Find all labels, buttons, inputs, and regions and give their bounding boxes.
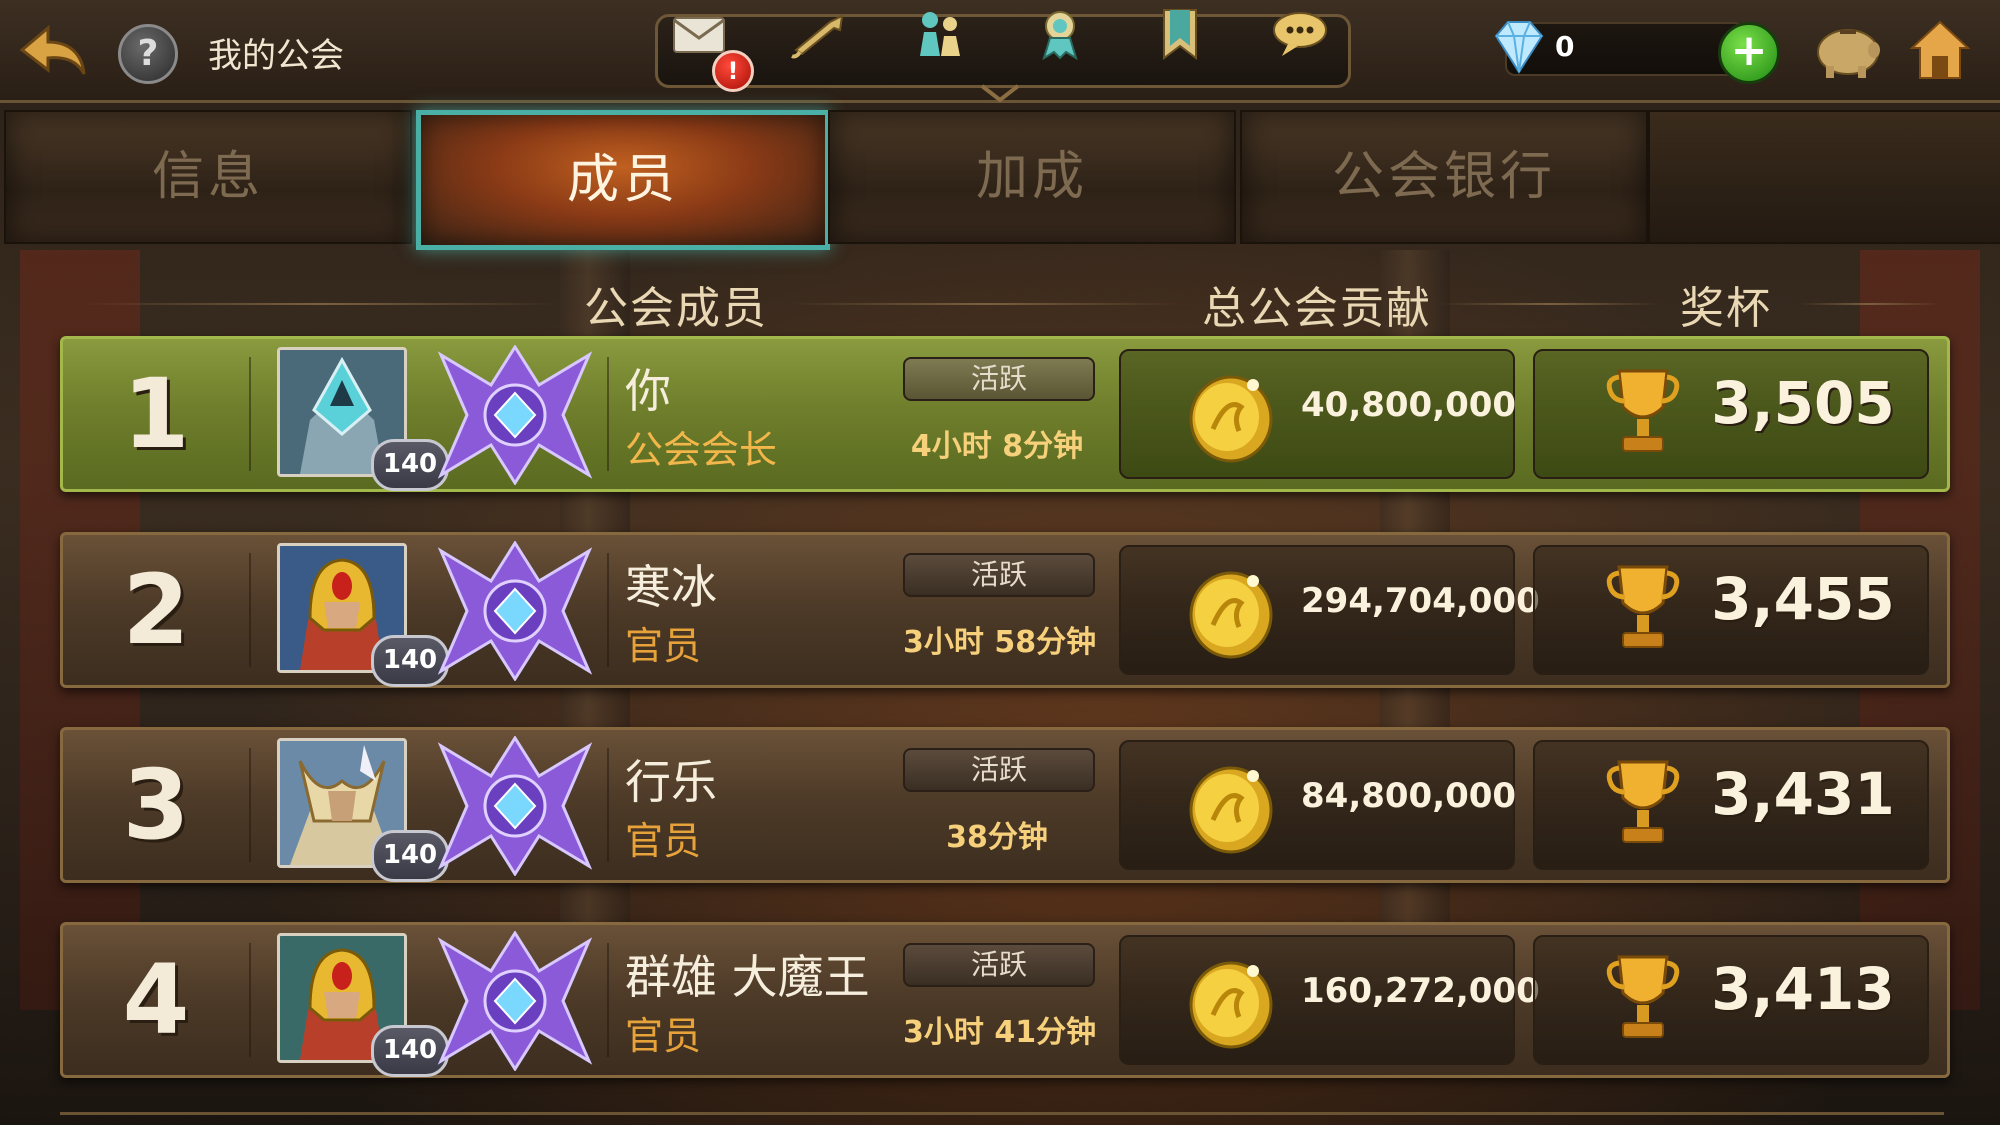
horn-icon[interactable] [790,8,850,60]
member-role: 公会会长 [625,428,778,472]
row-divider [607,943,609,1057]
top-bar: ? 我的公会 ! 0 + [0,0,2000,103]
help-icon: ? [137,33,159,74]
column-header-contribution: 总公会贡献 [1202,283,1432,334]
member-row[interactable]: 3 140 行乐 官员 活跃 38分钟 84,800,000 3,431 [60,727,1950,883]
trophy-count: 3,505 [1711,369,1895,437]
status-badge: 活跃 [903,748,1095,792]
rank-badge-icon [437,541,593,681]
coin-icon [1189,766,1273,854]
status-badge: 活跃 [903,553,1095,597]
row-divider [249,357,251,471]
header-divider [80,303,560,305]
contribution-value: 294,704,000 [1301,581,1540,621]
list-bottom-border [60,1112,1944,1115]
page-title: 我的公会 [208,36,344,76]
last-online-time: 38分钟 [946,820,1048,855]
header-divider [790,303,1180,305]
member-name: 行乐 [625,755,717,809]
tab-guild-bank[interactable]: 公会银行 [1240,110,1648,244]
trophy-count: 3,431 [1711,760,1895,828]
chat-icon[interactable] [1270,8,1330,60]
member-row[interactable]: 1 140 你 公会会长 活跃 4小时 8分钟 40,800,000 3,505 [60,336,1950,492]
column-header-trophies: 奖杯 [1680,283,1772,334]
member-name: 群雄 大魔王 [625,950,870,1004]
tab-bar-filler [1648,110,2000,244]
rank-badge-icon [437,931,593,1071]
trophy-count: 3,413 [1711,955,1895,1023]
column-header-members: 公会成员 [584,283,768,334]
member-role: 官员 [625,624,702,668]
rank-badge-icon [437,345,593,485]
contribution-value: 40,800,000 [1301,385,1517,425]
coin-icon [1189,961,1273,1049]
ribbon-icon[interactable] [1030,8,1090,60]
help-button[interactable]: ? [118,24,178,84]
trophy-icon [1606,369,1680,452]
row-divider [249,748,251,862]
rank-badge-icon [437,736,593,876]
row-divider [249,553,251,667]
row-divider [607,553,609,667]
member-rank: 2 [122,554,190,666]
member-rank: 4 [122,944,190,1056]
last-online-time: 4小时 8分钟 [910,429,1084,464]
trophy-count: 3,455 [1711,565,1895,633]
coin-icon [1189,571,1273,659]
add-gems-button[interactable]: + [1718,22,1780,84]
bookmark-icon[interactable] [1150,8,1210,60]
row-divider [607,748,609,862]
icon-tray [655,14,1351,88]
back-button[interactable] [18,20,88,80]
row-divider [607,357,609,471]
last-online-time: 3小时 41分钟 [903,1015,1097,1050]
tab-boosts[interactable]: 加成 [828,110,1236,244]
member-name: 寒冰 [625,560,717,614]
member-row[interactable]: 2 140 寒冰 官员 活跃 3小时 58分钟 294,704,000 3,45… [60,532,1950,688]
gem-count: 0 [1555,30,1575,63]
trophy-icon [1606,955,1680,1038]
member-role: 官员 [625,1014,702,1058]
tab-bar: 信息 成员 加成 公会银行 [0,110,2000,250]
gem-icon [1494,21,1544,74]
contribution-value: 84,800,000 [1301,776,1517,816]
member-role: 官员 [625,819,702,863]
row-divider [249,943,251,1057]
member-rank: 3 [122,749,190,861]
piggy-bank-icon[interactable] [1812,20,1884,80]
people-icon[interactable] [910,8,970,60]
status-badge: 活跃 [903,943,1095,987]
home-icon[interactable] [1908,16,1972,82]
tab-members[interactable]: 成员 [416,110,830,250]
trophy-icon [1606,565,1680,648]
coin-icon [1189,375,1273,463]
member-name: 你 [625,364,671,418]
trophy-icon [1606,760,1680,843]
back-arrow-icon [19,24,86,75]
mail-notification-badge: ! [712,50,754,92]
tray-notch-icon [980,84,1020,103]
plus-icon: + [1730,25,1768,76]
contribution-value: 160,272,000 [1301,971,1540,1011]
member-row[interactable]: 4 140 群雄 大魔王 官员 活跃 3小时 41分钟 160,272,000 … [60,922,1950,1078]
status-badge: 活跃 [903,357,1095,401]
member-rank: 1 [122,358,190,470]
tab-info[interactable]: 信息 [4,110,412,244]
header-divider [1440,303,1660,305]
last-online-time: 3小时 58分钟 [903,625,1097,660]
header-divider [1800,303,1940,305]
